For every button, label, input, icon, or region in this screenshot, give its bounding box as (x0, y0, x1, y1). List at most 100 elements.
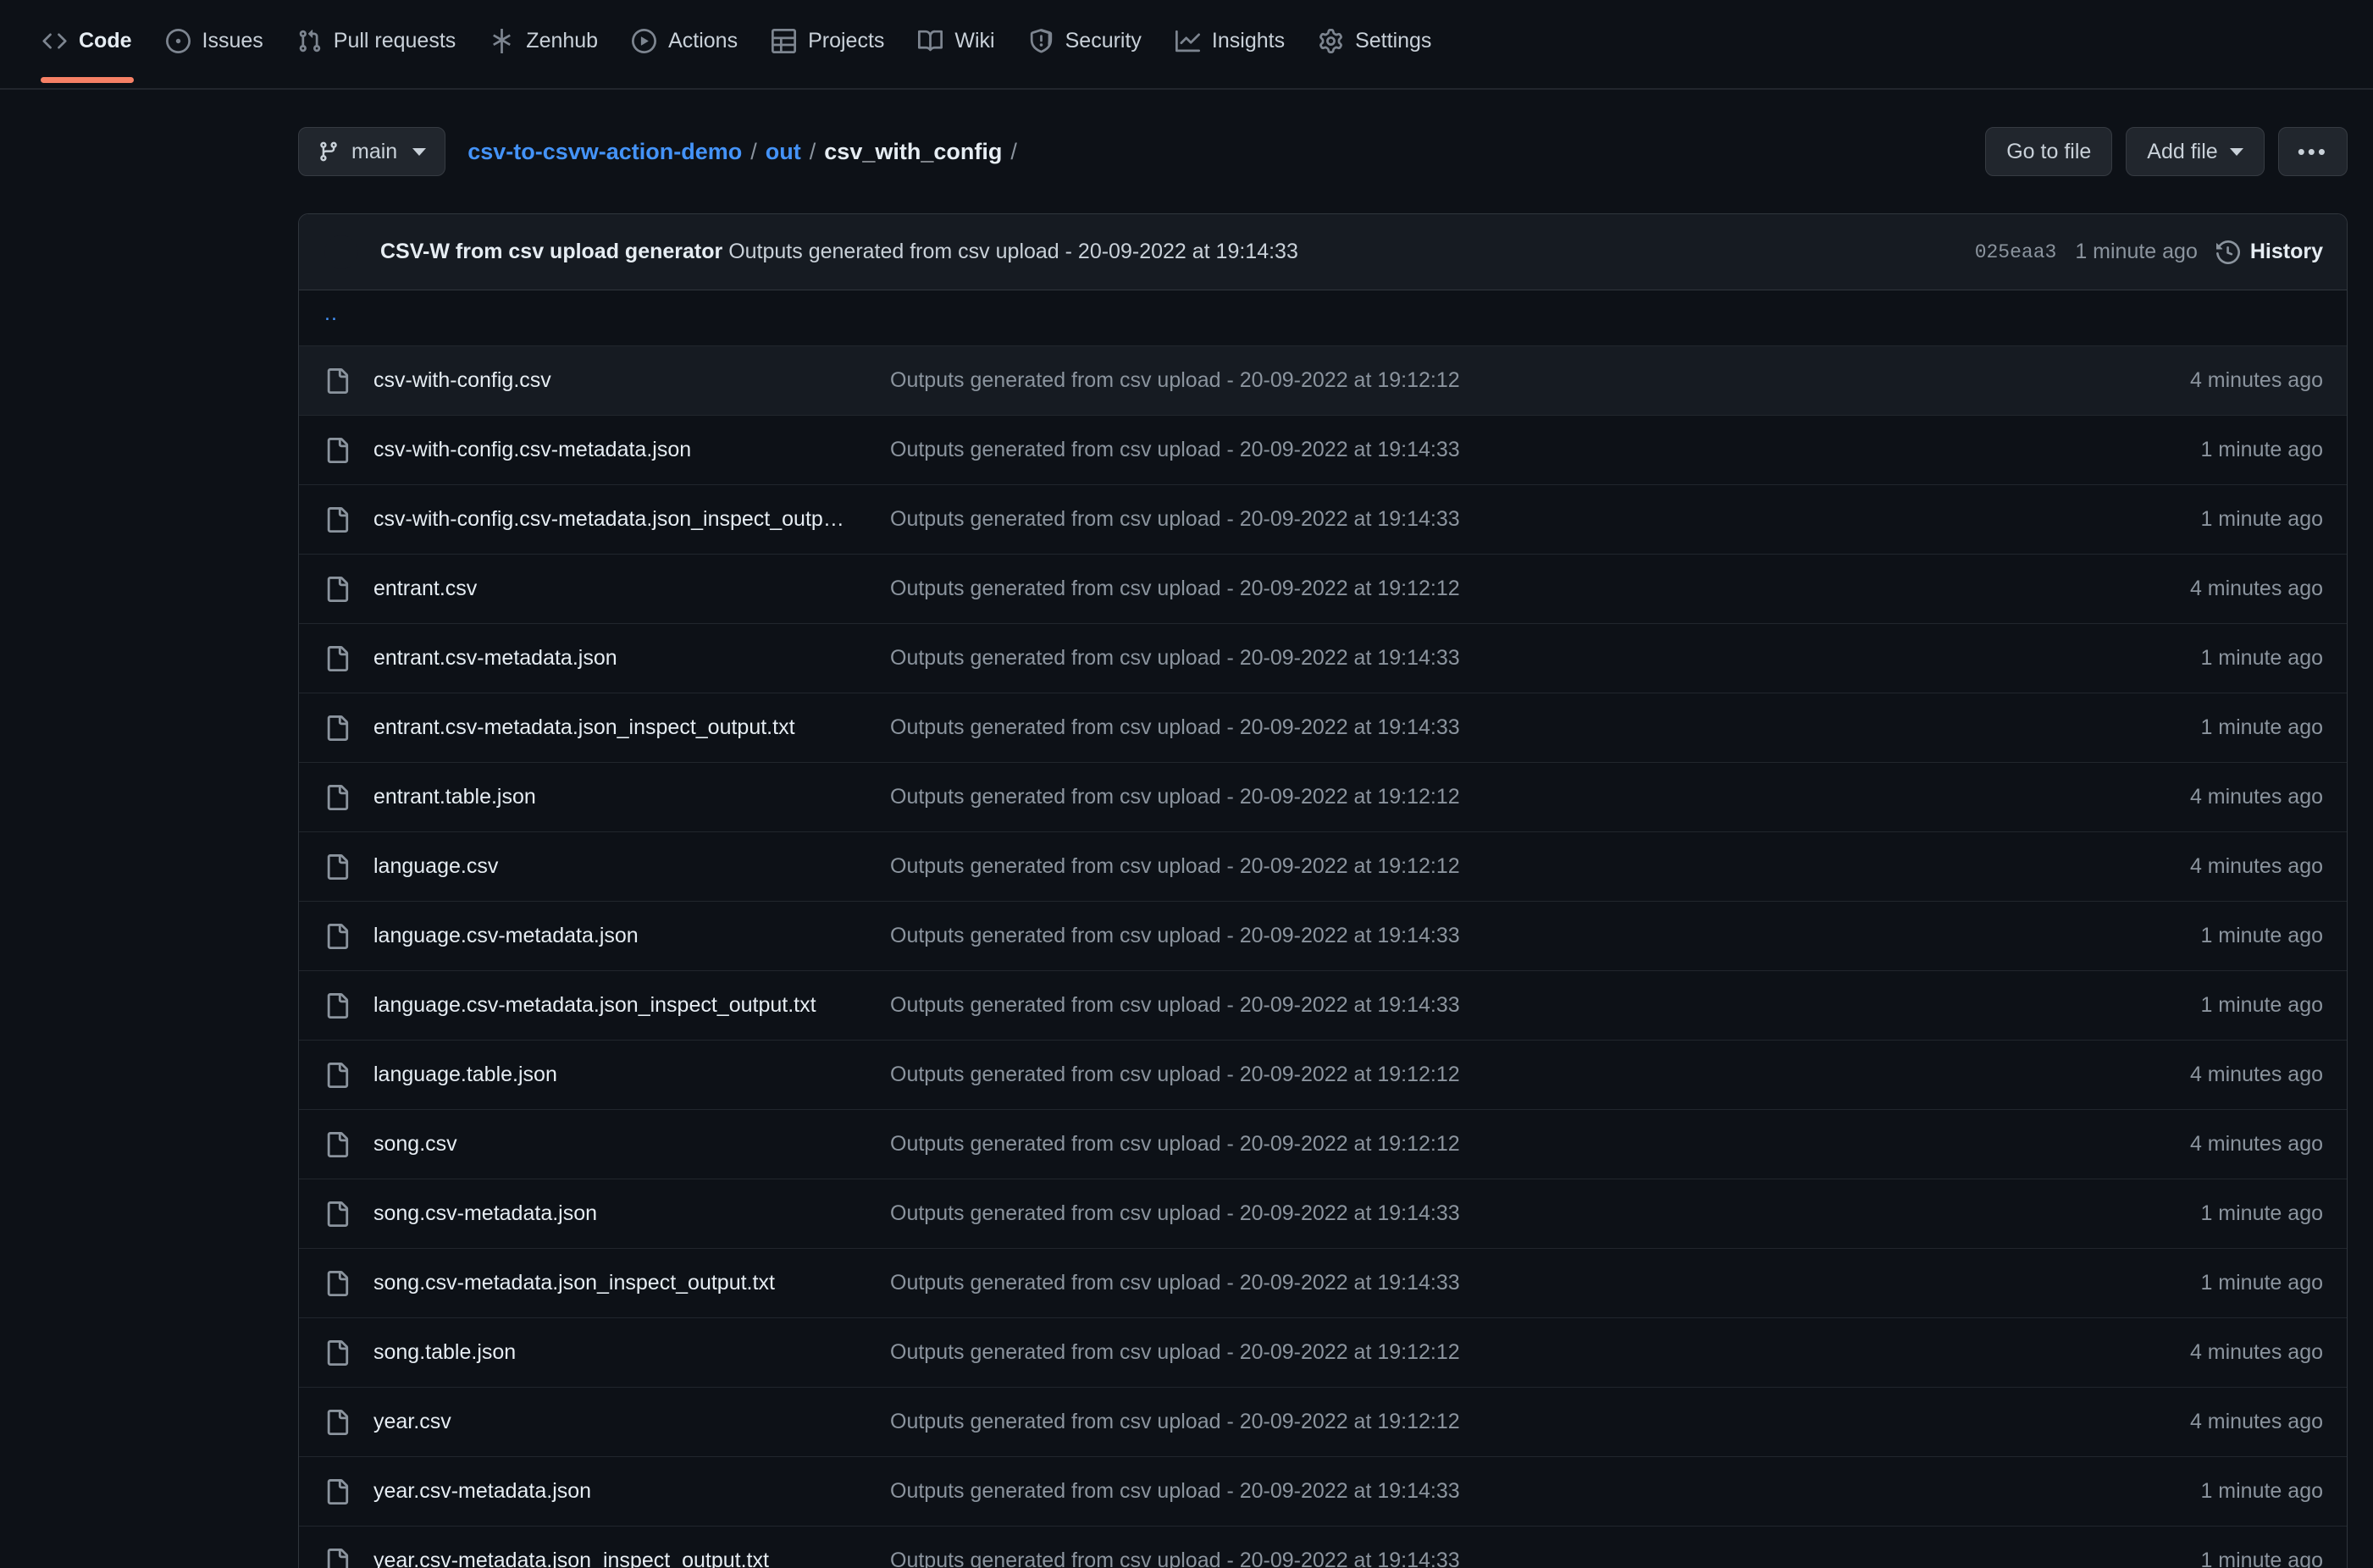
table-row[interactable]: entrant.table.json Outputs generated from… (299, 763, 2347, 832)
table-row[interactable]: language.csv Outputs generated from csv u… (299, 832, 2347, 902)
file-commit-message[interactable]: Outputs generated from csv upload - 20-0… (890, 1132, 2190, 1157)
file-icon (324, 646, 350, 671)
table-row[interactable]: year.csv-metadata.json_inspect_output.tx… (299, 1527, 2347, 1568)
table-row[interactable]: song.csv-metadata.json_inspect_output.tx… (299, 1249, 2347, 1318)
file-name-link[interactable]: song.csv-metadata.json_inspect_output.tx… (373, 1271, 848, 1295)
nav-tab-code[interactable]: Code (25, 0, 149, 81)
file-nav-actions: Go to file Add file ••• (1985, 127, 2348, 176)
add-file-button[interactable]: Add file (2126, 127, 2264, 176)
file-commit-age: 1 minute ago (2200, 1201, 2323, 1226)
branch-name-label: main (351, 140, 397, 164)
parent-directory-link[interactable]: .. (324, 303, 338, 333)
file-commit-message[interactable]: Outputs generated from csv upload - 20-0… (890, 507, 2200, 532)
file-commit-message[interactable]: Outputs generated from csv upload - 20-0… (890, 1340, 2190, 1365)
file-commit-age: 1 minute ago (2200, 924, 2323, 948)
file-commit-message[interactable]: Outputs generated from csv upload - 20-0… (890, 854, 2190, 879)
file-commit-message[interactable]: Outputs generated from csv upload - 20-0… (890, 1063, 2190, 1087)
file-name-link[interactable]: entrant.csv-metadata.json_inspect_output… (373, 715, 848, 740)
file-name-link[interactable]: language.csv (373, 854, 848, 879)
file-icon (324, 715, 350, 741)
file-name-link[interactable]: year.csv (373, 1410, 848, 1434)
file-icon (324, 1549, 350, 1568)
file-commit-message[interactable]: Outputs generated from csv upload - 20-0… (890, 368, 2190, 393)
play-icon (632, 29, 656, 53)
file-name-link[interactable]: entrant.csv-metadata.json (373, 646, 848, 671)
file-name-link[interactable]: song.csv (373, 1132, 848, 1157)
table-row[interactable]: year.csv Outputs generated from csv uploa… (299, 1388, 2347, 1457)
file-name-link[interactable]: csv-with-config.csv-metadata.json_inspec… (373, 507, 848, 532)
nav-tab-label: Code (79, 30, 132, 52)
file-name-link[interactable]: language.table.json (373, 1063, 848, 1087)
file-commit-message[interactable]: Outputs generated from csv upload - 20-0… (890, 646, 2200, 671)
history-link[interactable]: History (2216, 240, 2323, 264)
nav-tab-zenhub[interactable]: Zenhub (473, 0, 615, 81)
file-commit-message[interactable]: Outputs generated from csv upload - 20-0… (890, 1549, 2200, 1568)
parent-directory-row[interactable]: .. (299, 290, 2347, 346)
table-row[interactable]: year.csv-metadata.json Outputs generated … (299, 1457, 2347, 1527)
go-to-file-button[interactable]: Go to file (1985, 127, 2112, 176)
table-row[interactable]: csv-with-config.csv-metadata.json_inspec… (299, 485, 2347, 555)
nav-tab-insights[interactable]: Insights (1159, 0, 1302, 81)
file-name-link[interactable]: entrant.csv (373, 577, 848, 601)
nav-tab-settings[interactable]: Settings (1302, 0, 1448, 81)
table-row[interactable]: song.csv-metadata.json Outputs generated … (299, 1179, 2347, 1249)
breadcrumb-segment-out[interactable]: out (766, 139, 801, 165)
commit-message-link[interactable]: Outputs generated from csv upload - 20-0… (728, 240, 1298, 263)
file-commit-age: 4 minutes ago (2190, 1063, 2323, 1087)
file-name-link[interactable]: entrant.table.json (373, 785, 848, 809)
nav-tab-actions[interactable]: Actions (615, 0, 755, 81)
file-commit-message[interactable]: Outputs generated from csv upload - 20-0… (890, 715, 2200, 740)
table-row[interactable]: language.table.json Outputs generated fro… (299, 1041, 2347, 1110)
file-commit-message[interactable]: Outputs generated from csv upload - 20-0… (890, 1479, 2200, 1504)
file-icon (324, 993, 350, 1019)
file-commit-age: 1 minute ago (2200, 507, 2323, 532)
file-icon (324, 924, 350, 949)
table-row[interactable]: entrant.csv-metadata.json Outputs generat… (299, 624, 2347, 693)
file-name-link[interactable]: csv-with-config.csv (373, 368, 848, 393)
file-commit-message[interactable]: Outputs generated from csv upload - 20-0… (890, 924, 2200, 948)
table-row[interactable]: language.csv-metadata.json Outputs genera… (299, 902, 2347, 971)
file-commit-message[interactable]: Outputs generated from csv upload - 20-0… (890, 993, 2200, 1018)
nav-tab-label: Wiki (954, 30, 994, 52)
nav-tab-pull-requests[interactable]: Pull requests (280, 0, 473, 81)
file-name-link[interactable]: language.csv-metadata.json (373, 924, 848, 948)
file-name-link[interactable]: song.table.json (373, 1340, 848, 1365)
file-commit-message[interactable]: Outputs generated from csv upload - 20-0… (890, 785, 2190, 809)
file-commit-message[interactable]: Outputs generated from csv upload - 20-0… (890, 577, 2190, 601)
breadcrumb-repo-link[interactable]: csv-to-csvw-action-demo (467, 139, 742, 165)
file-commit-message[interactable]: Outputs generated from csv upload - 20-0… (890, 438, 2200, 462)
file-commit-message[interactable]: Outputs generated from csv upload - 20-0… (890, 1271, 2200, 1295)
file-listing-table: CSV-W from csv upload generator Outputs … (298, 213, 2348, 1568)
file-name-link[interactable]: year.csv-metadata.json (373, 1479, 848, 1504)
branch-selector-button[interactable]: main (298, 127, 445, 176)
nav-tab-label: Insights (1212, 30, 1285, 52)
file-name-link[interactable]: year.csv-metadata.json_inspect_output.tx… (373, 1549, 848, 1568)
table-row[interactable]: csv-with-config.csv-metadata.json Outputs… (299, 416, 2347, 485)
file-icon (324, 1479, 350, 1505)
nav-tab-projects[interactable]: Projects (755, 0, 901, 81)
file-commit-message[interactable]: Outputs generated from csv upload - 20-0… (890, 1201, 2200, 1226)
commit-author-link[interactable]: CSV-W from csv upload generator (380, 240, 722, 263)
file-name-link[interactable]: song.csv-metadata.json (373, 1201, 848, 1226)
table-row[interactable]: csv-with-config.csv Outputs generated fro… (299, 346, 2347, 416)
commit-sha-link[interactable]: 025eaa3 (1975, 241, 2057, 263)
table-row[interactable]: song.table.json Outputs generated from cs… (299, 1318, 2347, 1388)
commit-meta: 025eaa3 1 minute ago History (1950, 240, 2323, 264)
nav-tab-label: Security (1065, 30, 1142, 52)
file-name-link[interactable]: csv-with-config.csv-metadata.json (373, 438, 848, 462)
file-commit-message[interactable]: Outputs generated from csv upload - 20-0… (890, 1410, 2190, 1434)
file-icon (324, 507, 350, 533)
nav-tab-issues[interactable]: Issues (149, 0, 280, 81)
nav-tab-security[interactable]: Security (1012, 0, 1159, 81)
more-options-button[interactable]: ••• (2278, 127, 2348, 176)
file-commit-age: 4 minutes ago (2190, 854, 2323, 879)
latest-commit-message: CSV-W from csv upload generator Outputs … (380, 240, 1298, 264)
table-row[interactable]: entrant.csv Outputs generated from csv up… (299, 555, 2347, 624)
file-commit-age: 1 minute ago (2200, 993, 2323, 1018)
table-row[interactable]: entrant.csv-metadata.json_inspect_output… (299, 693, 2347, 763)
code-icon (42, 29, 67, 53)
nav-tab-wiki[interactable]: Wiki (901, 0, 1011, 81)
file-name-link[interactable]: language.csv-metadata.json_inspect_outpu… (373, 993, 848, 1018)
table-row[interactable]: language.csv-metadata.json_inspect_outpu… (299, 971, 2347, 1041)
table-row[interactable]: song.csv Outputs generated from csv uploa… (299, 1110, 2347, 1179)
